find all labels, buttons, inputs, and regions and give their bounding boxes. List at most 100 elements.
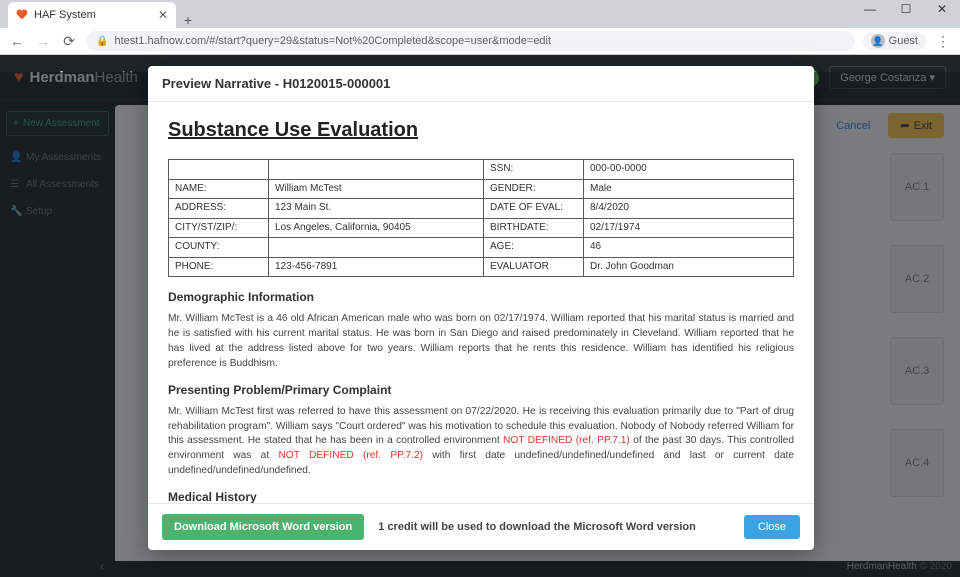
table-cell: 000-00-0000	[584, 160, 794, 180]
guest-profile[interactable]: 👤 Guest	[863, 32, 926, 50]
window-controls: — ☐ ✕	[856, 2, 956, 16]
brand[interactable]: ♥ HerdmanHealth	[14, 69, 138, 87]
table-cell: Los Angeles, California, 90405	[269, 218, 484, 238]
section-heading-demographic: Demographic Information	[168, 289, 794, 306]
browser-chrome: — ☐ ✕ HAF System ✕ + ← → ⟳ 🔒 htest1.hafn…	[0, 0, 960, 55]
table-cell: AGE:	[484, 238, 584, 258]
sidebar: + New Assessment 👤 My Assessments ☰ All …	[0, 101, 115, 561]
preview-narrative-modal: Preview Narrative - H0120015-000001 Subs…	[148, 66, 814, 550]
table-row: CITY/ST/ZIP/:Los Angeles, California, 90…	[169, 218, 794, 238]
nav-back-icon[interactable]: ←	[8, 33, 26, 49]
new-assessment-label: New Assessment	[23, 118, 100, 129]
tab-close-icon[interactable]: ✕	[158, 8, 168, 22]
table-cell: 123-456-7891	[269, 257, 484, 277]
ac-stack: AC.1 AC.2 AC.3 AC.4	[890, 153, 944, 521]
brand-heart-icon: ♥	[14, 69, 24, 87]
ac-card[interactable]: AC.2	[890, 245, 944, 313]
table-cell: BIRTHDATE:	[484, 218, 584, 238]
url-text: htest1.hafnow.com/#/start?query=29&statu…	[114, 35, 551, 47]
sidebar-collapse-icon[interactable]: ‹	[100, 559, 104, 573]
table-cell: SSN:	[484, 160, 584, 180]
cancel-button[interactable]: Cancel	[826, 113, 880, 138]
browser-tab[interactable]: HAF System ✕	[8, 2, 176, 28]
tab-strip: HAF System ✕ +	[0, 0, 960, 28]
footer-year: © 2020	[920, 561, 952, 572]
table-cell: NAME:	[169, 179, 269, 199]
table-row: NAME:William McTestGENDER:Male	[169, 179, 794, 199]
section-heading-medical: Medical History	[168, 489, 794, 503]
table-cell	[269, 238, 484, 258]
table-cell: 46	[584, 238, 794, 258]
table-cell: William McTest	[269, 179, 484, 199]
person-icon: 👤	[10, 152, 20, 163]
presenting-paragraph: Mr. William McTest first was referred to…	[168, 405, 794, 479]
exit-button[interactable]: ➦ Exit	[888, 113, 944, 138]
section-heading-presenting: Presenting Problem/Primary Complaint	[168, 382, 794, 399]
not-defined-ref: NOT DEFINED (ref. PP.7.1)	[503, 435, 630, 446]
patient-info-table: SSN:000-00-0000NAME:William McTestGENDER…	[168, 159, 794, 277]
table-cell: GENDER:	[484, 179, 584, 199]
table-row: SSN:000-00-0000	[169, 160, 794, 180]
list-icon: ☰	[10, 179, 20, 190]
table-cell: Dr. John Goodman	[584, 257, 794, 277]
table-cell: Male	[584, 179, 794, 199]
exit-icon: ➦	[900, 119, 909, 132]
guest-label: Guest	[889, 35, 918, 47]
brand-text-main: Herdman	[30, 69, 95, 86]
ac-card[interactable]: AC.3	[890, 337, 944, 405]
sidebar-item-label: All Assessments	[26, 179, 99, 190]
window-maximize[interactable]: ☐	[892, 2, 920, 16]
modal-header: Preview Narrative - H0120015-000001	[148, 66, 814, 102]
nav-reload-icon[interactable]: ⟳	[60, 33, 78, 50]
table-cell: CITY/ST/ZIP/:	[169, 218, 269, 238]
not-defined-ref: NOT DEFINED (ref. PP.7.2)	[278, 450, 423, 461]
document-title: Substance Use Evaluation	[168, 116, 794, 145]
table-cell	[269, 160, 484, 180]
table-cell: 02/17/1974	[584, 218, 794, 238]
table-row: COUNTY: AGE:46	[169, 238, 794, 258]
table-cell: PHONE:	[169, 257, 269, 277]
modal-footer: Download Microsoft Word version 1 credit…	[148, 503, 814, 550]
plus-icon: +	[13, 118, 19, 129]
user-menu-button[interactable]: George Costanza ▾	[829, 66, 946, 89]
download-credit-note: 1 credit will be used to download the Mi…	[378, 521, 696, 533]
window-close[interactable]: ✕	[928, 2, 956, 16]
table-cell: COUNTY:	[169, 238, 269, 258]
avatar-icon: 👤	[871, 34, 885, 48]
sidebar-item-label: Setup	[26, 206, 52, 217]
tab-title: HAF System	[34, 9, 96, 21]
sidebar-item-setup[interactable]: 🔧 Setup	[6, 198, 109, 225]
sidebar-item-all-assessments[interactable]: ☰ All Assessments	[6, 171, 109, 198]
new-tab-button[interactable]: +	[176, 12, 200, 28]
brand-text-sub: Health	[95, 69, 138, 86]
address-row: ← → ⟳ 🔒 htest1.hafnow.com/#/start?query=…	[0, 28, 960, 55]
wrench-icon: 🔧	[10, 206, 20, 217]
sidebar-item-label: My Assessments	[26, 152, 101, 163]
close-button[interactable]: Close	[744, 515, 800, 539]
table-row: PHONE:123-456-7891EVALUATORDr. John Good…	[169, 257, 794, 277]
ac-card[interactable]: AC.1	[890, 153, 944, 221]
new-assessment-button[interactable]: + New Assessment	[6, 111, 109, 136]
address-bar[interactable]: 🔒 htest1.hafnow.com/#/start?query=29&sta…	[86, 31, 855, 51]
tab-favicon-icon	[16, 9, 28, 21]
table-row: ADDRESS:123 Main St.DATE OF EVAL:8/4/202…	[169, 199, 794, 219]
table-cell: EVALUATOR	[484, 257, 584, 277]
browser-menu-icon[interactable]: ⋮	[934, 33, 952, 50]
download-word-button[interactable]: Download Microsoft Word version	[162, 514, 364, 540]
table-cell	[169, 160, 269, 180]
exit-label: Exit	[914, 120, 932, 132]
table-cell: 8/4/2020	[584, 199, 794, 219]
modal-record-id: H0120015-000001	[283, 76, 391, 91]
table-cell: 123 Main St.	[269, 199, 484, 219]
table-cell: ADDRESS:	[169, 199, 269, 219]
demographic-paragraph: Mr. William McTest is a 46 old African A…	[168, 312, 794, 371]
nav-forward-icon[interactable]: →	[34, 33, 52, 49]
sidebar-item-my-assessments[interactable]: 👤 My Assessments	[6, 144, 109, 171]
modal-header-prefix: Preview Narrative -	[162, 76, 283, 91]
footer-brand: HerdmanHealth	[847, 561, 917, 572]
ac-card[interactable]: AC.4	[890, 429, 944, 497]
window-minimize[interactable]: —	[856, 2, 884, 16]
lock-icon: 🔒	[96, 36, 108, 47]
app-footer: HerdmanHealth © 2020	[847, 561, 952, 577]
modal-body[interactable]: Substance Use Evaluation SSN:000-00-0000…	[148, 102, 814, 503]
